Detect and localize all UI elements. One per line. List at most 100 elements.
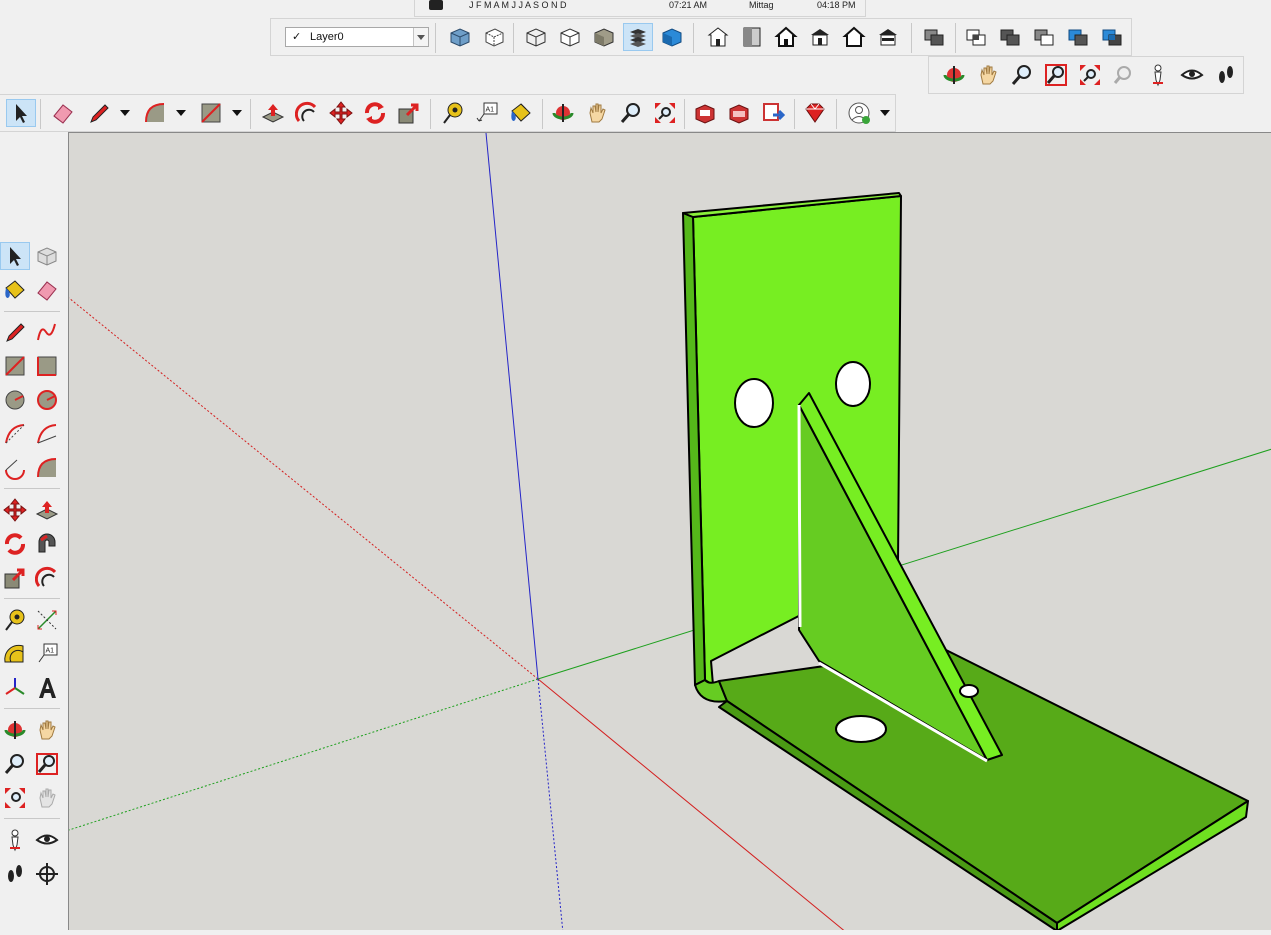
pan-button[interactable] <box>32 716 62 744</box>
look-around-button[interactable] <box>1177 61 1207 89</box>
scale-button[interactable] <box>0 564 30 592</box>
3d-text-button[interactable] <box>32 674 62 702</box>
zoom-window-button[interactable] <box>1041 61 1071 89</box>
zoom-button[interactable] <box>1007 61 1037 89</box>
zoom-tool-button[interactable] <box>616 99 646 127</box>
offset-tool-button[interactable] <box>292 99 322 127</box>
layer-name: Layer0 <box>310 31 344 43</box>
look-around-button[interactable] <box>32 826 62 854</box>
rotate-tool-button[interactable] <box>360 99 390 127</box>
union-button[interactable] <box>995 23 1025 51</box>
offset-button[interactable] <box>32 564 62 592</box>
send-to-layout-button[interactable] <box>758 99 788 127</box>
trim-button[interactable] <box>1063 23 1093 51</box>
intersect-button[interactable] <box>961 23 991 51</box>
front-view-button[interactable] <box>771 23 801 51</box>
move-button[interactable] <box>0 496 30 524</box>
arc-tool-button[interactable] <box>140 99 170 127</box>
zoom-extents-icon <box>5 788 25 808</box>
tape-measure-button[interactable] <box>0 606 30 634</box>
axes-button[interactable] <box>0 674 30 702</box>
rectangle-tool-dropdown[interactable] <box>230 99 244 127</box>
subtract-icon <box>1034 29 1054 46</box>
dimensions-button[interactable] <box>32 606 62 634</box>
subtract-button[interactable] <box>1029 23 1059 51</box>
rotated-rectangle-button[interactable] <box>32 352 62 380</box>
3-point-arc-button[interactable] <box>0 454 30 482</box>
position-camera-button[interactable] <box>0 826 30 854</box>
move-tool-button[interactable] <box>326 99 356 127</box>
layer-dropdown-icon[interactable] <box>413 28 428 46</box>
hidden-line-style-button[interactable] <box>555 23 585 51</box>
outer-shell-button[interactable] <box>919 23 949 51</box>
wireframe-style-button[interactable] <box>521 23 551 51</box>
push-pull-button[interactable] <box>32 496 62 524</box>
orbit-button[interactable] <box>0 716 30 744</box>
drawing-area[interactable] <box>68 132 1271 932</box>
split-button[interactable] <box>1097 23 1127 51</box>
orbit-icon <box>4 721 26 739</box>
paint-bucket-tool-button[interactable] <box>506 99 536 127</box>
make-component-button[interactable] <box>32 242 62 270</box>
rectangle-tool-button[interactable] <box>196 99 226 127</box>
text-button[interactable]: A1 <box>32 640 62 668</box>
polygon-button[interactable] <box>32 386 62 414</box>
month-scale[interactable]: J F M A M J J A S O N D <box>469 0 567 10</box>
previous-button[interactable] <box>32 784 62 812</box>
protractor-button[interactable] <box>0 640 30 668</box>
tape-measure-tool-button[interactable] <box>438 99 468 127</box>
section-plane-button[interactable] <box>32 860 62 888</box>
account-dropdown[interactable] <box>878 99 892 127</box>
xray-style-button[interactable] <box>445 23 475 51</box>
freehand-button[interactable] <box>32 318 62 346</box>
orbit-button[interactable] <box>939 61 969 89</box>
left-view-button[interactable] <box>873 23 903 51</box>
zoom-extents-button[interactable] <box>1075 61 1105 89</box>
line-tool-button[interactable] <box>84 99 114 127</box>
line-button[interactable] <box>0 318 30 346</box>
walk-button[interactable] <box>1211 61 1241 89</box>
account-button[interactable] <box>842 99 876 127</box>
monochrome-style-button[interactable] <box>657 23 687 51</box>
position-camera-button[interactable] <box>1143 61 1173 89</box>
zoom-window-button[interactable] <box>32 750 62 778</box>
top-view-button[interactable] <box>737 23 767 51</box>
orbit-tool-button[interactable] <box>548 99 578 127</box>
back-edges-style-button[interactable] <box>479 23 509 51</box>
pan-tool-button[interactable] <box>582 99 612 127</box>
look-around-icon <box>1180 69 1204 80</box>
text-tool-button[interactable]: A1 <box>472 99 502 127</box>
extension-manager-button[interactable] <box>800 99 830 127</box>
back-view-button[interactable] <box>839 23 869 51</box>
layer-select[interactable]: ✓ Layer0 <box>285 27 429 47</box>
zoom-extents-button[interactable] <box>0 784 30 812</box>
select-tool-button[interactable] <box>0 242 30 270</box>
zoom-button[interactable] <box>0 750 30 778</box>
line-tool-dropdown[interactable] <box>118 99 132 127</box>
paint-bucket-button[interactable] <box>0 276 30 304</box>
shaded-with-textures-style-button[interactable] <box>623 23 653 51</box>
pie-button[interactable] <box>32 454 62 482</box>
pan-button[interactable] <box>973 61 1003 89</box>
rotate-button[interactable] <box>0 530 30 558</box>
2-point-arc-button[interactable] <box>32 420 62 448</box>
extension-warehouse-button[interactable] <box>724 99 754 127</box>
eraser-tool-button[interactable] <box>48 99 78 127</box>
3d-warehouse-button[interactable] <box>690 99 720 127</box>
rectangle-button[interactable] <box>0 352 30 380</box>
select-tool-button[interactable] <box>6 99 36 127</box>
zoom-extents-tool-button[interactable] <box>650 99 680 127</box>
push-pull-tool-button[interactable] <box>258 99 288 127</box>
iso-view-button[interactable] <box>703 23 733 51</box>
scale-tool-button[interactable] <box>394 99 424 127</box>
right-view-button[interactable] <box>805 23 835 51</box>
previous-view-button[interactable] <box>1109 61 1139 89</box>
eraser-button[interactable] <box>32 276 62 304</box>
model-canvas[interactable] <box>69 133 1271 932</box>
circle-button[interactable] <box>0 386 30 414</box>
arc-tool-dropdown[interactable] <box>174 99 188 127</box>
shaded-style-button[interactable] <box>589 23 619 51</box>
follow-me-button[interactable] <box>32 530 62 558</box>
walk-button[interactable] <box>0 860 30 888</box>
arc-button[interactable] <box>0 420 30 448</box>
